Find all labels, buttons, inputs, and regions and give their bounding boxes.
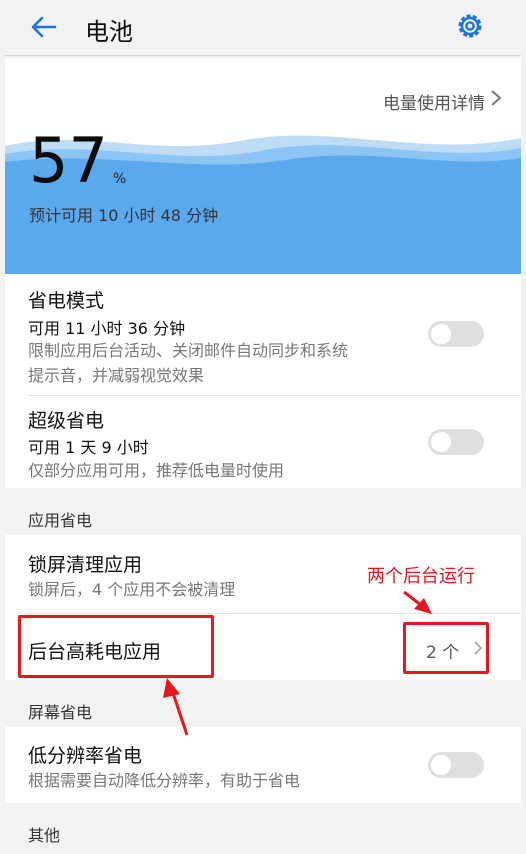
- page-title: 电池: [85, 18, 133, 46]
- battery-percent: 57: [29, 124, 108, 197]
- lock-clean-title[interactable]: 锁屏清理应用: [28, 550, 142, 577]
- ultra-saving-toggle[interactable]: [428, 429, 484, 455]
- low-res-title: 低分辨率省电: [28, 745, 143, 767]
- annotation-box-apps: [18, 615, 214, 678]
- chevron-right-icon[interactable]: [489, 88, 503, 108]
- app-bar: 电池: [5, 0, 521, 54]
- toggle-knob: [431, 324, 451, 344]
- back-arrow-icon[interactable]: [27, 10, 61, 44]
- power-saving-desc-2: 提示音，并减弱视觉效果: [28, 366, 205, 385]
- screen-saving-label: 屏幕省电: [28, 703, 93, 722]
- header-divider: [5, 55, 521, 56]
- battery-status-card: 电量使用详情 57 % 预计可用 10 小时 48 分钟: [5, 58, 521, 274]
- toggle-knob: [431, 432, 451, 452]
- ultra-saving-sub: 可用 1 天 9 小时: [28, 438, 149, 457]
- app-saving-label: 应用省电: [28, 511, 93, 530]
- power-saving-desc-1: 限制应用后台活动、关闭邮件自动同步和系统: [28, 341, 349, 360]
- saving-modes-section: 省电模式 可用 11 小时 36 分钟 限制应用后台活动、关闭邮件自动同步和系统…: [5, 274, 521, 488]
- other-label: 其他: [28, 826, 61, 845]
- remaining-time: 预计可用 10 小时 48 分钟: [29, 206, 219, 225]
- screen-saving-section: 低分辨率省电 根据需要自动降低分辨率，有助于省电: [5, 727, 521, 803]
- row-divider: [28, 613, 521, 614]
- row-divider: [28, 395, 521, 396]
- low-res-desc: 根据需要自动降低分辨率，有助于省电: [28, 771, 301, 790]
- power-saving-title: 省电模式: [28, 290, 105, 312]
- low-res-toggle[interactable]: [428, 752, 484, 778]
- power-saving-sub: 可用 11 小时 36 分钟: [28, 319, 186, 338]
- annotation-box-count: [403, 622, 489, 674]
- ultra-saving-title: 超级省电: [28, 410, 105, 432]
- battery-settings-page: 电池 电量使用详情 57 % 预计可用 10 小时 48 分钟 省电模式 可用 …: [5, 0, 521, 854]
- power-saving-toggle[interactable]: [428, 321, 484, 347]
- usage-details-link[interactable]: 电量使用详情: [383, 89, 485, 114]
- lock-clean-desc: 锁屏后，4 个应用不会被清理: [28, 580, 236, 599]
- ultra-saving-desc: 仅部分应用可用，推荐低电量时使用: [28, 461, 285, 480]
- gear-icon[interactable]: [453, 9, 487, 43]
- percent-sign: %: [113, 171, 127, 187]
- annotation-text: 两个后台运行: [367, 566, 475, 587]
- toggle-knob: [431, 755, 451, 775]
